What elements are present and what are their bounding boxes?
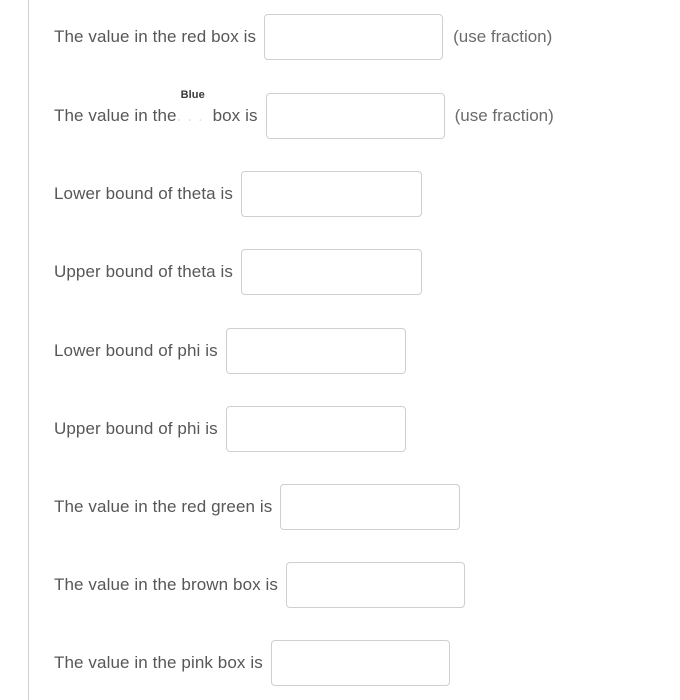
answer-row-theta-upper: Upper bound of theta is xyxy=(54,249,430,295)
answer-input-theta-lower[interactable] xyxy=(241,171,423,217)
answer-label-theta-upper: Upper bound of theta is xyxy=(54,262,234,281)
answer-label-red-green: The value in the red green is xyxy=(54,497,273,516)
answer-hint-blue-box: (use fraction) xyxy=(454,106,554,125)
answer-input-blue-box[interactable] xyxy=(265,93,445,139)
answer-label-phi-lower: Lower bound of phi is xyxy=(54,341,218,360)
answer-row-brown-box: The value in the brown box is xyxy=(54,562,473,608)
answer-row-red-box: The value in the red box is (use fractio… xyxy=(54,14,552,60)
answer-label-phi-upper: Upper bound of phi is xyxy=(54,419,218,438)
question-left-rule xyxy=(28,0,29,700)
answer-hint-red-box: (use fraction) xyxy=(453,27,553,46)
answer-row-red-green: The value in the red green is xyxy=(54,484,468,530)
answer-row-phi-lower: Lower bound of phi is xyxy=(54,328,414,374)
answer-row-phi-upper: Upper bound of phi is xyxy=(54,406,414,452)
answer-label-pink-box: The value in the pink box is xyxy=(54,653,263,672)
answer-input-brown-box[interactable] xyxy=(286,562,466,608)
answer-input-red-box[interactable] xyxy=(264,14,444,60)
answer-label-blue-box-prefix: The value in the xyxy=(54,106,177,125)
inline-color-token-label: Blue xyxy=(180,89,205,101)
answer-label-theta-lower: Lower bound of theta is xyxy=(54,184,234,203)
inline-color-token-blue: ... Blue xyxy=(176,89,213,127)
answer-input-phi-lower[interactable] xyxy=(225,328,406,374)
answer-input-red-green[interactable] xyxy=(280,484,461,530)
answer-row-theta-lower: Lower bound of theta is xyxy=(54,171,430,217)
answer-input-pink-box[interactable] xyxy=(270,640,450,686)
answer-row-blue-box: The value in the ... Blue box is (use fr… xyxy=(54,89,554,139)
answer-label-brown-box: The value in the brown box is xyxy=(54,575,279,594)
answer-row-pink-box: The value in the pink box is xyxy=(54,640,458,686)
answer-input-phi-upper[interactable] xyxy=(225,406,406,452)
answer-label-red-box: The value in the red box is xyxy=(54,27,257,46)
inline-color-token-ghost-text: ... xyxy=(176,106,209,125)
answer-form: The value in the red box is (use fractio… xyxy=(54,0,680,700)
answer-label-blue-box-suffix: box is xyxy=(212,106,258,125)
answer-input-theta-upper[interactable] xyxy=(241,249,423,295)
